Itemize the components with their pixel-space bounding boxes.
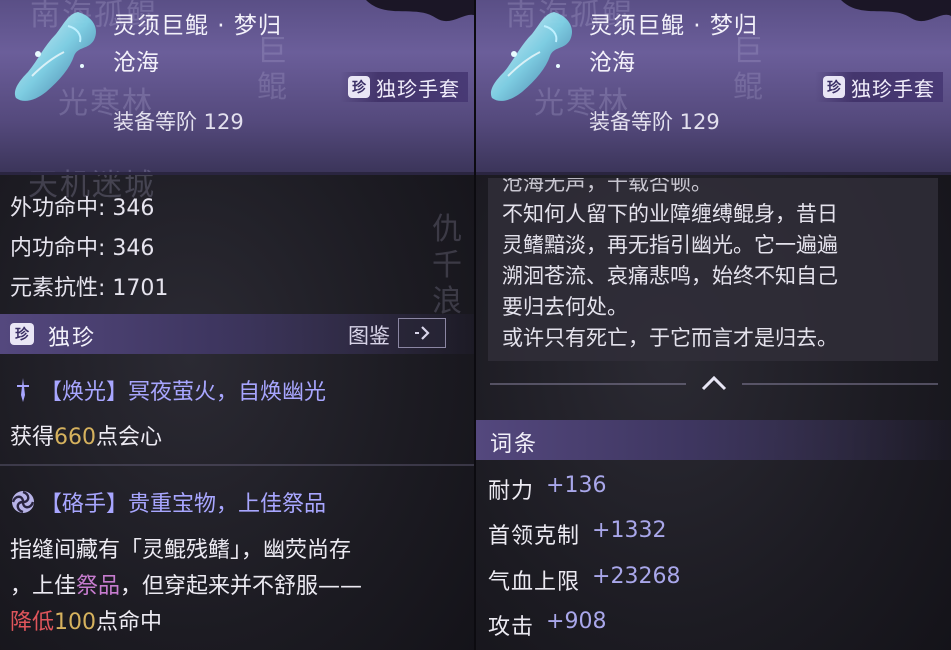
item-name: 灵须巨鲲 · 梦归 <box>589 13 758 39</box>
item-tooltip-right: 南海孤鲲 光寒林 巨鲲 灵须巨鲲 · 梦归 沧海 珍 独珍手套 装备等阶 129… <box>476 0 951 650</box>
dragon-ornament-icon <box>366 0 476 22</box>
attribute-value: +1332 <box>592 518 667 543</box>
effect-title-rough: 【硌手】贵重宝物，上佳祭品 <box>10 486 326 518</box>
item-header: 南海孤鲲 光寒林 巨鲲 灵须巨鲲 · 梦归 沧海 珍 独珍手套 装备等阶 129 <box>476 0 951 175</box>
dragon-ornament-icon <box>841 0 951 22</box>
rarity-seal-icon: 珍 <box>823 76 845 98</box>
stat-inner-hit: 内功命中: 346 <box>10 236 155 261</box>
effect-desc-line: 降低100点命中 <box>10 605 460 641</box>
stat-element-resist: 元素抗性: 1701 <box>10 276 169 301</box>
rarity-seal-icon: 珍 <box>348 76 370 98</box>
divider-line <box>742 383 938 385</box>
codex-open-button[interactable] <box>398 318 446 348</box>
background-calligraphy: 仇千浪 <box>432 212 462 319</box>
rarity-label: 独珍手套 <box>376 76 460 101</box>
attribute-row: 攻击 +908 <box>488 609 606 641</box>
divider-line <box>490 383 686 385</box>
unique-section-title: 独珍 <box>48 326 97 351</box>
item-tooltip-left: 南海孤鲲 光寒林 天机迷城 巨鲲 灵须巨鲲 · 梦归 沧海 珍 独珍手套 装备等… <box>0 0 476 650</box>
lore-line: 或许只有死亡，于它而言才是归去。 <box>502 326 838 350</box>
item-subname: 沧海 <box>589 50 635 76</box>
background-calligraphy: 巨鲲 <box>257 34 287 105</box>
effect-desc-glow: 获得660点会心 <box>10 420 460 456</box>
attribute-name: 耐力 <box>488 479 535 504</box>
effect-title-glow: 【焕光】冥夜萤火，自焕幽光 <box>10 374 326 406</box>
attribute-name: 攻击 <box>488 615 535 640</box>
effect-title-text: 【硌手】贵重宝物，上佳祭品 <box>40 492 327 517</box>
attribute-row: 首领克制 +1332 <box>488 518 666 550</box>
attribute-value: +23268 <box>592 564 681 589</box>
lore-line: 要归去何处。 <box>502 295 628 319</box>
collapse-bar <box>476 368 951 398</box>
item-subname: 沧海 <box>113 50 159 76</box>
effect-desc-line: 指缝间藏有「灵鲲残鳍」，幽荧尚存 <box>10 538 352 563</box>
attribute-value: +136 <box>546 473 607 498</box>
attribute-row: 耐力 +136 <box>488 473 606 505</box>
stat-outer-hit: 外功命中: 346 <box>10 196 155 221</box>
sword-icon <box>10 377 36 403</box>
item-header: 南海孤鲲 光寒林 天机迷城 巨鲲 灵须巨鲲 · 梦归 沧海 珍 独珍手套 装备等… <box>0 0 476 203</box>
gauntlet-item-icon <box>490 12 573 101</box>
chevron-right-icon <box>415 326 430 340</box>
gauntlet-item-icon <box>14 12 97 101</box>
hit-penalty-value: 100 <box>54 610 97 635</box>
lore-line: 灵鳍黯淡，再无指引幽光。它一遍遍 <box>502 233 838 257</box>
effect-desc-rough: 指缝间藏有「灵鲲残鳍」，幽荧尚存 ，上佳祭品，但穿起来并不舒服—— 降低100点… <box>10 533 460 641</box>
lore-text-box[interactable]: 沧海无声，千载否顿。 不知何人留下的业障缠缚鲲身，昔日 灵鳍黯淡，再无指引幽光。… <box>488 178 938 361</box>
effect-desc-text: ，但穿起来并不舒服—— <box>120 574 363 599</box>
effect-desc-line: ，上佳祭品，但穿起来并不舒服—— <box>10 569 460 605</box>
lore-line: 沧海无声，千载否顿。 <box>502 178 712 195</box>
unique-section-header: 珍 独珍 图鉴 <box>0 314 476 354</box>
codex-link[interactable]: 图鉴 <box>348 320 390 350</box>
crit-value: 660 <box>54 425 97 450</box>
swirl-icon <box>10 489 36 515</box>
effect-desc-text: 点会心 <box>96 425 163 450</box>
equipment-tier: 装备等阶 129 <box>113 110 244 134</box>
unique-seal-icon: 珍 <box>10 323 34 345</box>
rarity-badge: 珍 独珍手套 <box>815 72 943 102</box>
rarity-label: 独珍手套 <box>851 76 935 101</box>
effect-desc-text: ，上佳 <box>10 574 77 599</box>
lore-line: 不知何人留下的业障缠缚鲲身，昔日 <box>502 202 838 226</box>
effect-desc-text: 点命中 <box>96 610 163 635</box>
sacrifice-keyword: 祭品 <box>76 574 121 599</box>
collapse-button[interactable] <box>694 368 734 398</box>
equipment-tier: 装备等阶 129 <box>589 110 720 134</box>
rarity-badge: 珍 独珍手套 <box>340 72 468 102</box>
separator <box>0 464 476 466</box>
item-name: 灵须巨鲲 · 梦归 <box>113 13 282 39</box>
attribute-value: +908 <box>546 609 607 634</box>
lore-line: 溯洄苍流、哀痛悲鸣，始终不知自己 <box>502 264 838 288</box>
attributes-section-title: 词条 <box>490 432 539 457</box>
attribute-name: 气血上限 <box>488 570 581 595</box>
effect-desc-text: 获得 <box>10 425 55 450</box>
attributes-section-header: 词条 <box>476 420 951 460</box>
attribute-name: 首领克制 <box>488 524 581 549</box>
effect-title-text: 【焕光】冥夜萤火，自焕幽光 <box>40 380 327 405</box>
chevron-up-icon <box>701 375 727 391</box>
background-calligraphy: 巨鲲 <box>733 34 763 105</box>
attribute-row: 气血上限 +23268 <box>488 564 680 596</box>
reduce-keyword: 降低 <box>10 610 55 635</box>
